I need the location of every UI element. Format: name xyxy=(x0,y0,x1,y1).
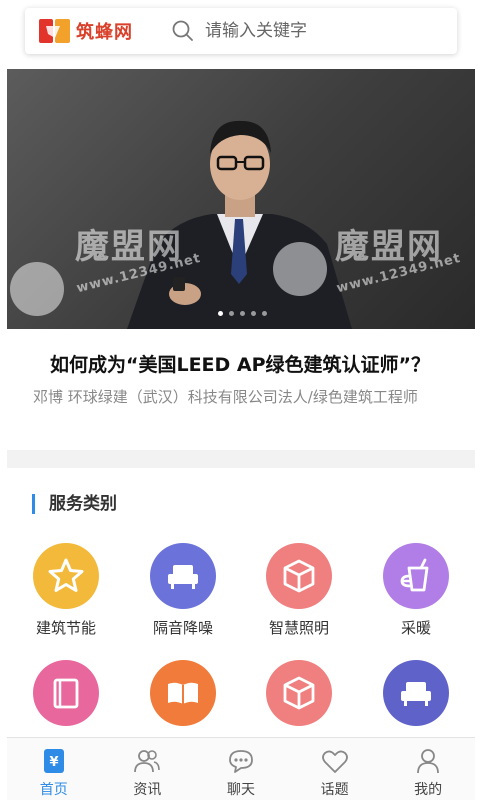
service-icon-circle xyxy=(266,660,332,726)
tab-chat[interactable]: 聊天 xyxy=(194,738,288,800)
open-book-icon xyxy=(168,682,198,704)
search-input[interactable] xyxy=(205,21,445,41)
sofa-icon xyxy=(401,682,431,706)
service-icon-circle xyxy=(383,543,449,609)
tab-label: 我的 xyxy=(414,782,443,798)
user-icon xyxy=(417,749,440,774)
service-item-lighting[interactable]: 智慧照明 xyxy=(249,543,349,638)
search-bar: 筑蜂网 xyxy=(25,8,457,54)
service-icon-circle xyxy=(33,660,99,726)
service-item-soundproof[interactable]: 隔音降噪 xyxy=(133,543,233,638)
book-icon xyxy=(53,678,79,709)
article-subtitle: 邓博 环球绿建（武汉）科技有限公司法人/绿色建筑工程师 xyxy=(33,388,418,406)
service-item-8[interactable] xyxy=(366,660,466,726)
article-title[interactable]: 如何成为“美国LEED AP绿色建筑认证师”？ xyxy=(0,350,480,377)
tab-label: 聊天 xyxy=(226,782,255,798)
bottom-tab-bar: ¥ 首页 资讯 聊天 话题 我的 xyxy=(7,737,475,800)
carousel-dot[interactable] xyxy=(229,311,234,316)
tab-label: 资讯 xyxy=(133,782,162,798)
service-icon-circle xyxy=(150,543,216,609)
service-icon-circle xyxy=(383,660,449,726)
search-icon[interactable] xyxy=(171,19,195,43)
service-icon-circle xyxy=(266,543,332,609)
home-icon: ¥ xyxy=(43,749,64,773)
cup-icon xyxy=(400,558,429,592)
section-divider xyxy=(7,450,475,468)
carousel-dot[interactable] xyxy=(240,311,245,316)
box-icon xyxy=(283,559,315,593)
tab-topics[interactable]: 话题 xyxy=(288,738,382,800)
watermark: 魔盟网 www.12349.net xyxy=(75,219,203,296)
service-item-7[interactable] xyxy=(249,660,349,726)
chat-icon xyxy=(229,750,253,773)
heart-icon xyxy=(321,750,348,773)
service-label: 建筑节能 xyxy=(35,619,96,637)
tab-label: 话题 xyxy=(320,782,349,798)
section-title: 服务类别 xyxy=(32,494,117,514)
people-icon xyxy=(134,750,161,773)
tab-mine[interactable]: 我的 xyxy=(381,738,475,800)
service-label: 智慧照明 xyxy=(268,619,329,637)
service-label: 采暖 xyxy=(400,619,431,637)
carousel-dot[interactable] xyxy=(262,311,267,316)
logo-mark-icon xyxy=(39,19,70,43)
service-item-6[interactable] xyxy=(133,660,233,726)
app-logo[interactable]: 筑蜂网 xyxy=(38,16,133,46)
carousel-dot[interactable] xyxy=(251,311,256,316)
service-icon-circle xyxy=(33,543,99,609)
logo-text: 筑蜂网 xyxy=(76,22,133,43)
service-label: 隔音降噪 xyxy=(152,619,213,637)
service-item-5[interactable] xyxy=(16,660,116,726)
tab-label: 首页 xyxy=(39,782,68,798)
service-item-energy[interactable]: 建筑节能 xyxy=(16,543,116,638)
banner-carousel[interactable]: 魔盟网 www.12349.net 魔盟网 www.12349.net xyxy=(7,69,475,329)
carousel-indicator xyxy=(218,311,267,316)
star-icon xyxy=(48,558,84,592)
box-icon xyxy=(283,676,315,710)
svg-text:¥: ¥ xyxy=(49,755,58,770)
tab-news[interactable]: 资讯 xyxy=(101,738,195,800)
service-icon-circle xyxy=(150,660,216,726)
carousel-dot[interactable] xyxy=(218,311,223,316)
tab-home[interactable]: ¥ 首页 xyxy=(7,738,101,800)
sofa-icon xyxy=(168,565,198,589)
watermark: 魔盟网 www.12349.net xyxy=(335,219,463,296)
service-item-heating[interactable]: 采暖 xyxy=(366,543,466,638)
